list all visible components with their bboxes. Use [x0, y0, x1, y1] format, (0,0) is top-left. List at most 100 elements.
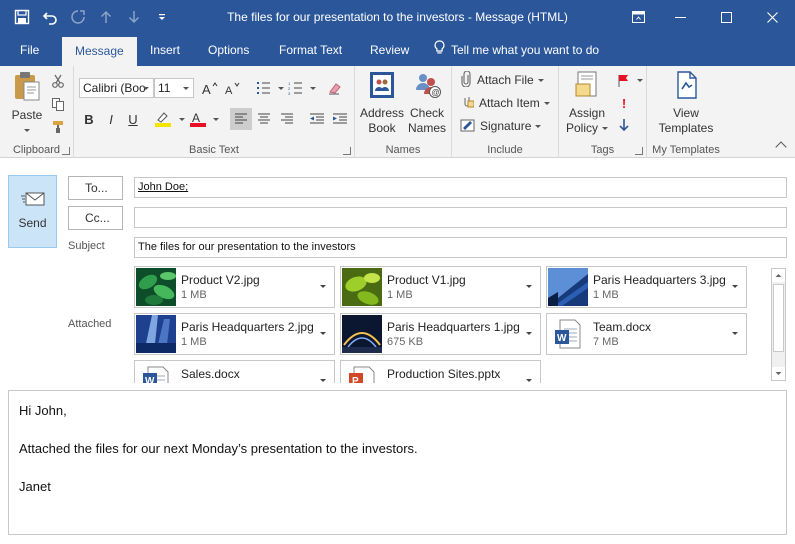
paste-button[interactable]: Paste: [8, 70, 46, 138]
cc-field[interactable]: [134, 207, 787, 228]
tab-review[interactable]: Review: [364, 34, 415, 66]
close-icon[interactable]: [749, 0, 795, 34]
blue-building-thumbnail: [548, 268, 588, 306]
tab-message[interactable]: Message: [62, 37, 137, 66]
attachment-item[interactable]: Paris Headquarters 1.jpg 675 KB: [340, 313, 541, 355]
follow-up-dropdown-icon[interactable]: [637, 79, 643, 82]
align-center-icon[interactable]: [253, 108, 275, 130]
attachment-dropdown-icon[interactable]: [732, 332, 738, 335]
underline-icon[interactable]: U: [122, 108, 144, 130]
font-dropdown-icon[interactable]: [143, 87, 149, 90]
check-names-button[interactable]: @ Check Names: [405, 70, 449, 136]
attached-label: Attached: [68, 318, 112, 330]
scrollbar-thumb[interactable]: [773, 284, 784, 352]
bulleted-list-icon[interactable]: [254, 77, 276, 99]
attachment-item[interactable]: W Team.docx 7 MB: [546, 313, 747, 355]
italic-icon[interactable]: I: [100, 108, 122, 130]
message-body[interactable]: Hi John, Attached the files for our next…: [8, 390, 787, 535]
undo-icon[interactable]: [38, 5, 62, 29]
scroll-up-arrow-icon[interactable]: [772, 269, 785, 282]
font-name-combo[interactable]: Calibri (Boo: [79, 78, 154, 98]
grow-font-icon[interactable]: A: [199, 77, 221, 99]
attachment-item[interactable]: Paris Headquarters 3.jpg 1 MB: [546, 266, 747, 308]
attach-item-button[interactable]: Attach Item: [460, 93, 550, 113]
attachment-item[interactable]: Paris Headquarters 2.jpg 1 MB: [134, 313, 335, 355]
tab-format-text[interactable]: Format Text: [273, 34, 348, 66]
cut-icon[interactable]: [47, 70, 69, 92]
decrease-indent-icon[interactable]: [306, 108, 328, 130]
low-importance-icon[interactable]: [613, 114, 635, 136]
numbered-list-icon[interactable]: 123: [286, 77, 308, 99]
subject-field[interactable]: The files for our presentation to the in…: [134, 237, 787, 258]
paperclip-icon: [460, 70, 472, 90]
attachment-item[interactable]: Product V2.jpg 1 MB: [134, 266, 335, 308]
attachment-item[interactable]: P Production Sites.pptx: [340, 360, 541, 383]
collapse-ribbon-icon[interactable]: [775, 141, 787, 153]
font-color-icon[interactable]: A: [187, 108, 209, 130]
high-importance-icon[interactable]: !: [613, 92, 635, 114]
attachment-dropdown-icon[interactable]: [320, 285, 326, 288]
send-button[interactable]: Send: [8, 175, 57, 248]
attachment-dropdown-icon[interactable]: [320, 379, 326, 382]
save-icon[interactable]: [10, 5, 34, 29]
attachment-dropdown-icon[interactable]: [320, 332, 326, 335]
tell-me-box[interactable]: Tell me what you want to do: [428, 34, 605, 66]
follow-up-flag-icon[interactable]: [613, 70, 635, 92]
paste-dropdown-icon[interactable]: [24, 129, 30, 133]
signature-button[interactable]: Signature: [460, 116, 542, 136]
assign-policy-button[interactable]: Assign Policy: [564, 70, 610, 136]
view-templates-button[interactable]: View Templates: [651, 70, 721, 136]
svg-text:@: @: [432, 88, 440, 97]
customize-qat-icon[interactable]: [150, 5, 174, 29]
next-item-icon[interactable]: [122, 5, 146, 29]
clipboard-launcher-icon[interactable]: [62, 147, 70, 155]
attachment-dropdown-icon[interactable]: [526, 332, 532, 335]
minimize-icon[interactable]: [657, 0, 703, 34]
attach-file-dropdown-icon[interactable]: [537, 78, 544, 82]
attach-item-dropdown-icon[interactable]: [543, 101, 550, 105]
attachment-item[interactable]: Product V1.jpg 1 MB: [340, 266, 541, 308]
lime-leaves-thumbnail: [342, 268, 382, 306]
night-arch-thumbnail: [342, 315, 382, 353]
attachment-dropdown-icon[interactable]: [732, 285, 738, 288]
ribbon-display-options-icon[interactable]: [619, 0, 657, 34]
attach-file-button[interactable]: Attach File: [460, 70, 544, 90]
scroll-down-arrow-icon[interactable]: [772, 367, 785, 380]
tab-insert[interactable]: Insert: [144, 34, 186, 66]
to-button[interactable]: To...: [68, 176, 123, 200]
cc-button[interactable]: Cc...: [68, 206, 123, 230]
tab-options[interactable]: Options: [202, 34, 255, 66]
assign-policy-dropdown-icon[interactable]: [602, 127, 608, 131]
previous-item-icon[interactable]: [94, 5, 118, 29]
to-field[interactable]: John Doe;: [134, 177, 787, 198]
svg-text:A: A: [225, 85, 233, 95]
address-book-button[interactable]: Address Book: [359, 70, 405, 136]
maximize-icon[interactable]: [703, 0, 749, 34]
tags-launcher-icon[interactable]: [635, 147, 643, 155]
format-painter-icon[interactable]: [47, 116, 69, 138]
copy-icon[interactable]: [47, 93, 69, 115]
highlight-icon[interactable]: [152, 108, 174, 130]
clear-formatting-icon[interactable]: [324, 77, 346, 99]
highlight-dropdown-icon[interactable]: [179, 118, 185, 121]
to-recipient[interactable]: John Doe;: [138, 181, 188, 193]
align-right-icon[interactable]: [276, 108, 298, 130]
increase-indent-icon[interactable]: [329, 108, 351, 130]
font-color-dropdown-icon[interactable]: [213, 118, 219, 121]
font-size-dropdown-icon[interactable]: [183, 87, 189, 90]
shrink-font-icon[interactable]: A: [222, 77, 244, 99]
numbering-dropdown-icon[interactable]: [310, 87, 316, 90]
bullets-dropdown-icon[interactable]: [278, 87, 284, 90]
attachment-dropdown-icon[interactable]: [526, 379, 532, 382]
signature-dropdown-icon[interactable]: [535, 124, 542, 128]
attachment-name: Paris Headquarters 3.jpg: [593, 273, 726, 287]
basic-text-launcher-icon[interactable]: [343, 147, 351, 155]
attachment-item[interactable]: W Sales.docx: [134, 360, 335, 383]
bold-icon[interactable]: B: [78, 108, 100, 130]
font-size-combo[interactable]: 11: [154, 78, 194, 98]
attachment-dropdown-icon[interactable]: [526, 285, 532, 288]
tab-file[interactable]: File: [14, 34, 45, 66]
align-left-icon[interactable]: [230, 108, 252, 130]
redo-icon[interactable]: [66, 5, 90, 29]
attachments-scrollbar[interactable]: [771, 268, 786, 381]
